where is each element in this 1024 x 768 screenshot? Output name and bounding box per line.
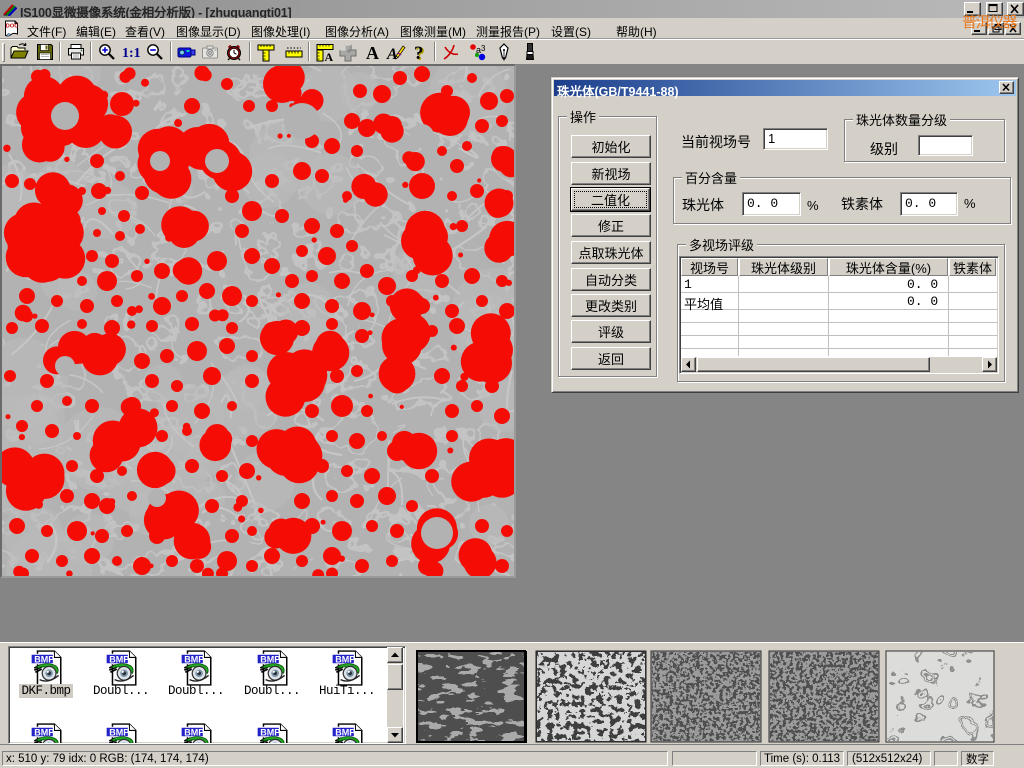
svg-text:A: A (366, 43, 379, 62)
svg-text:A: A (386, 46, 398, 62)
svg-text:?: ? (414, 43, 424, 62)
svg-text:DOC: DOC (6, 24, 18, 30)
svg-text:3: 3 (481, 44, 486, 53)
svg-text:A: A (325, 50, 334, 62)
svg-text:1:1: 1:1 (122, 46, 140, 61)
